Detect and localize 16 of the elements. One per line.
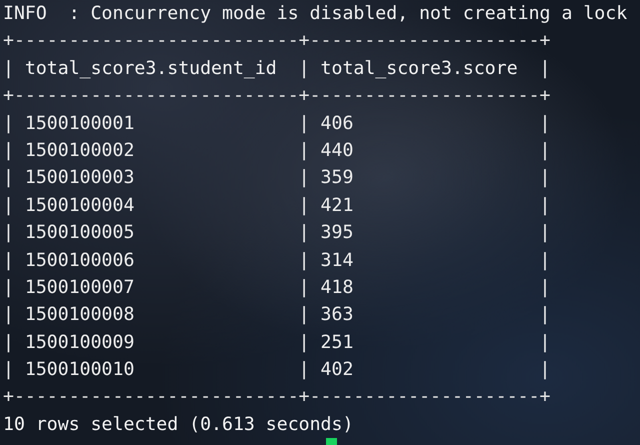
table-row-text: | 1500100007 | 418 | [3,276,550,300]
table-border: +--------------------------+---------------------+ [3,385,550,410]
table-row-text: | 1500100010 | 402 | [3,358,550,382]
table-row-text: | 1500100005 | 395 | [3,221,550,246]
table-row-text: | 1500100006 | 314 | [3,248,550,273]
table-row-text: | 1500100002 | 440 | [3,138,550,163]
table-row-text: | 1500100004 | 421 | [3,194,550,218]
status-message: 10 rows selected (0.613 seconds) [3,412,354,437]
table-border: +--------------------------+---------------------+ [3,84,550,108]
table-row-text: | 1500100008 | 363 | [3,303,550,328]
table-row-text: | 1500100003 | 359 | [3,166,550,190]
log-message: INFO : Concurrency mode is disabled, not creating a lock [3,2,628,26]
table-header-row-text: | total_score3.student_id | total_score3.score | [3,56,550,81]
table-border: +--------------------------+---------------------+ [3,29,550,54]
table-row-text: | 1500100009 | 251 | [3,330,550,355]
table-row-text: | 1500100001 | 406 | [3,112,550,136]
